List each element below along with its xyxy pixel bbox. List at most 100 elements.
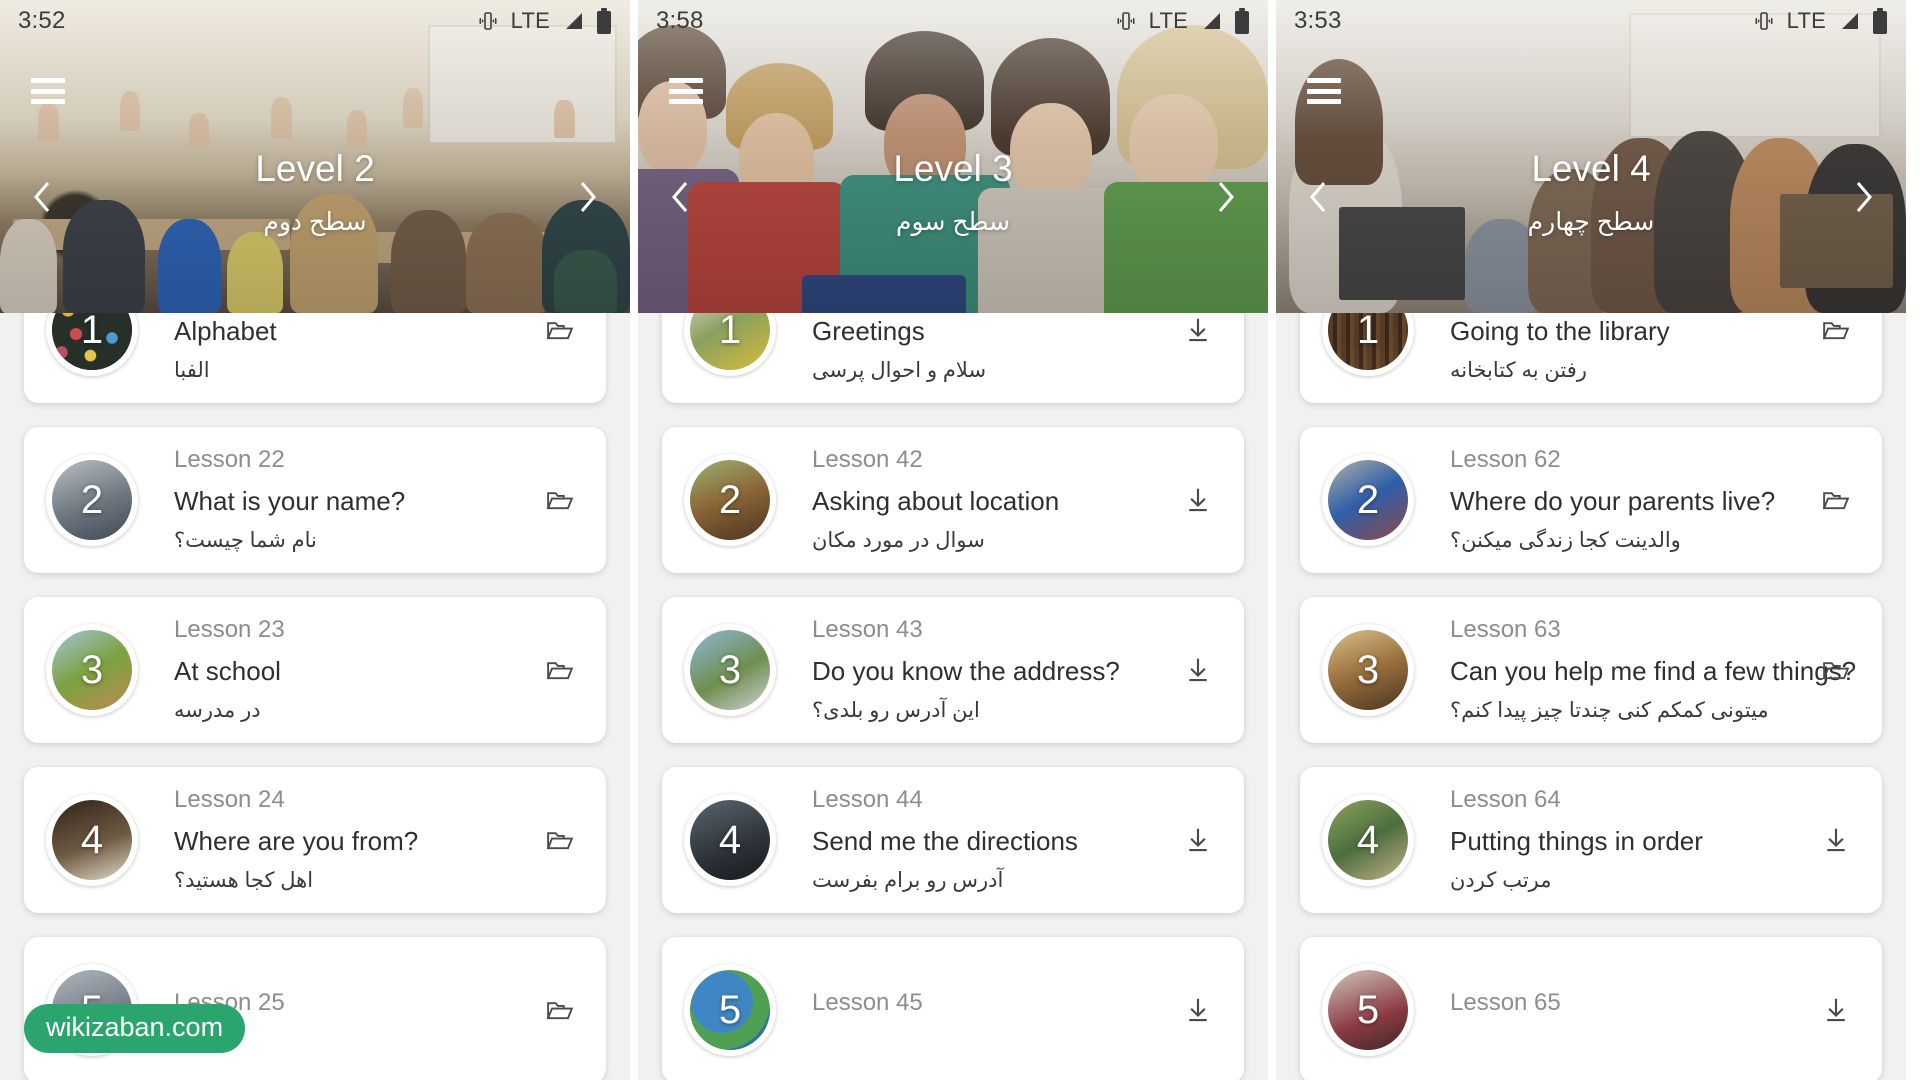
prev-level-button[interactable] [22, 176, 64, 218]
lesson-card[interactable]: 3 Lesson 63 Can you help me find a few t… [1300, 597, 1882, 743]
lesson-number: Lesson 42 [812, 445, 923, 473]
avatar-image-alphabet: 1 [52, 313, 132, 370]
avatar: 1 [684, 313, 776, 376]
avatar: 4 [46, 794, 138, 886]
lesson-number: Lesson 62 [1450, 445, 1561, 473]
lesson-number: Lesson 63 [1450, 615, 1561, 643]
avatar-image-order: 4 [1328, 800, 1408, 880]
avatar: 5 [1322, 964, 1414, 1056]
avatar-image-where-from: 4 [52, 800, 132, 880]
status-bar: 3:53 LTE [1276, 0, 1906, 42]
lesson-list[interactable]: 1 Lesson 21 Alphabet الفبا 2 [0, 313, 630, 1080]
menu-button[interactable] [1307, 78, 1341, 104]
lesson-number: Lesson 22 [174, 445, 285, 473]
hamburger-icon-bar [31, 78, 65, 83]
lesson-number: Lesson 65 [1450, 988, 1561, 1016]
lesson-card[interactable]: 3 Lesson 43 Do you know the address? این… [662, 597, 1244, 743]
next-level-button[interactable] [566, 176, 608, 218]
avatar-image-address: 3 [690, 630, 770, 710]
prev-level-button[interactable] [1298, 176, 1340, 218]
next-level-button[interactable] [1204, 176, 1246, 218]
lesson-title-fa: الفبا [174, 359, 210, 383]
next-level-button[interactable] [1842, 176, 1884, 218]
download-icon[interactable] [1178, 990, 1218, 1030]
lesson-card[interactable]: 4 Lesson 44 Send me the directions آدرس … [662, 767, 1244, 913]
avatar-image-greetings: 1 [690, 313, 770, 370]
folder-open-icon[interactable] [540, 313, 580, 350]
download-icon[interactable] [1178, 480, 1218, 520]
lesson-list[interactable]: 1 Lesson 41 Greetings سلام و احوال پرسی … [638, 313, 1268, 1080]
menu-button[interactable] [31, 78, 65, 104]
lesson-title: What is your name? [174, 486, 406, 517]
folder-open-icon[interactable] [540, 480, 580, 520]
hero-banner: 3:52 LTE Level 2 سطح دوم [0, 0, 630, 313]
avatar-number: 3 [718, 648, 742, 692]
download-icon[interactable] [1816, 990, 1856, 1030]
lesson-title: Going to the library [1450, 316, 1670, 347]
lesson-title-fa: سوال در مورد مکان [812, 529, 985, 553]
lesson-text: Lesson 42 Asking about location سوال در … [776, 445, 1178, 553]
lesson-card[interactable]: 5 Lesson 65 [1300, 937, 1882, 1080]
avatar: 2 [1322, 454, 1414, 546]
lesson-title: Can you help me find a few things? [1450, 656, 1857, 687]
phone-screen-level-4: 3:53 LTE Level 4 سطح چهارم 1 Going to th… [1276, 0, 1906, 1080]
lesson-title-fa: رفتن به کتابخانه [1450, 359, 1587, 383]
folder-open-icon[interactable] [540, 820, 580, 860]
lesson-number: Lesson 45 [812, 988, 923, 1016]
download-icon[interactable] [1816, 820, 1856, 860]
avatar-number: 4 [1356, 818, 1380, 862]
lesson-card[interactable]: 3 Lesson 23 At school در مدرسه [24, 597, 606, 743]
download-icon[interactable] [1178, 650, 1218, 690]
hamburger-icon-bar [1307, 78, 1341, 83]
avatar-number: 3 [1356, 648, 1380, 692]
avatar-image-lesson-45: 5 [690, 970, 770, 1050]
vibrate-icon [1752, 9, 1776, 33]
avatar-image-directions: 4 [690, 800, 770, 880]
menu-button[interactable] [669, 78, 703, 104]
lesson-card[interactable]: 4 Lesson 24 Where are you from? اهل کجا … [24, 767, 606, 913]
avatar-number: 2 [80, 478, 104, 522]
prev-level-button[interactable] [660, 176, 702, 218]
lesson-card[interactable]: 4 Lesson 64 Putting things in order مرتب… [1300, 767, 1882, 913]
avatar-image-location: 2 [690, 460, 770, 540]
level-title: Level 2 [255, 148, 375, 189]
download-icon[interactable] [1178, 820, 1218, 860]
battery-icon [596, 8, 612, 34]
lesson-card[interactable]: 1 Lesson 61 Going to the library رفتن به… [1300, 313, 1882, 403]
lesson-card[interactable]: 2 Lesson 22 What is your name? نام شما چ… [24, 427, 606, 573]
avatar: 3 [46, 624, 138, 716]
avatar-number: 1 [1356, 313, 1380, 352]
hamburger-icon-bar [669, 88, 703, 94]
folder-open-icon[interactable] [540, 990, 580, 1030]
lesson-title-fa: در مدرسه [174, 699, 261, 723]
avatar-image-lesson-65: 5 [1328, 970, 1408, 1050]
lesson-text: Lesson 44 Send me the directions آدرس رو… [776, 786, 1178, 893]
folder-open-icon[interactable] [1816, 480, 1856, 520]
lesson-card[interactable]: 5 Lesson 45 [662, 937, 1244, 1080]
level-subtitle-fa: سطح چهارم [1527, 207, 1655, 236]
lesson-text: Lesson 45 [776, 988, 1178, 1030]
lesson-card[interactable]: 2 Lesson 62 Where do your parents live? … [1300, 427, 1882, 573]
avatar: 3 [684, 624, 776, 716]
avatar-image-parents: 2 [1328, 460, 1408, 540]
status-network-label: LTE [1786, 8, 1826, 33]
phone-screen-level-2: 3:52 LTE Level 2 سطح دوم 1 Alphabet الفب… [0, 0, 630, 1080]
lesson-card[interactable]: 1 Lesson 41 Greetings سلام و احوال پرسی [662, 313, 1244, 403]
folder-open-icon[interactable] [1816, 313, 1856, 350]
lesson-text: Lesson 24 Where are you from? اهل کجا هس… [138, 786, 540, 893]
folder-open-icon[interactable] [1816, 650, 1856, 690]
chevron-right-icon [572, 177, 602, 217]
lesson-title: Where do your parents live? [1450, 486, 1776, 517]
lesson-card[interactable]: 2 Lesson 42 Asking about location سوال د… [662, 427, 1244, 573]
download-icon[interactable] [1178, 313, 1218, 350]
lesson-card[interactable]: 1 Lesson 21 Alphabet الفبا [24, 313, 606, 403]
avatar-number: 2 [1356, 478, 1380, 522]
lesson-title: At school [174, 656, 281, 687]
status-time: 3:52 [18, 7, 66, 34]
lesson-title: Putting things in order [1450, 826, 1703, 857]
folder-open-icon[interactable] [540, 650, 580, 690]
status-time: 3:58 [656, 7, 704, 34]
lesson-title-fa: آدرس رو برام بفرست [812, 869, 1004, 893]
lesson-list[interactable]: 1 Lesson 61 Going to the library رفتن به… [1276, 313, 1906, 1080]
lesson-text: Lesson 61 Going to the library رفتن به ک… [1414, 313, 1816, 383]
